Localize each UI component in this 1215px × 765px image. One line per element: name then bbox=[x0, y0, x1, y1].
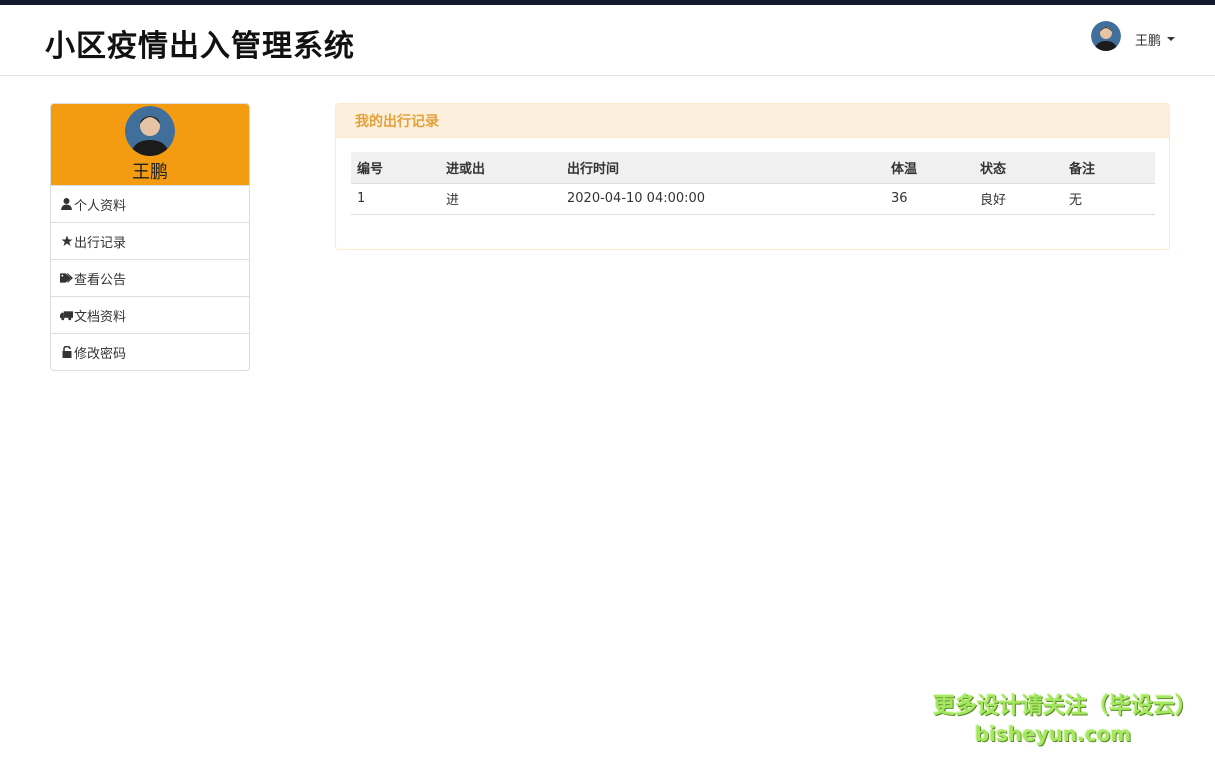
sidebar-item-label: 文档资料 bbox=[74, 309, 127, 325]
sidebar-item-label: 出行记录 bbox=[74, 235, 127, 251]
sidebar-item-profile[interactable]: 个人资料 bbox=[51, 185, 249, 222]
watermark: 更多设计请关注（毕设云） bisheyun.com bbox=[933, 688, 1198, 746]
watermark-line1: 更多设计请关注（毕设云） bbox=[933, 694, 1198, 719]
table-cell: 2020-04-10 04:00:00 bbox=[567, 191, 706, 206]
app-title: 小区疫情出入管理系统 bbox=[45, 29, 355, 64]
sidebar-item-change-password[interactable]: 修改密码 bbox=[51, 333, 249, 370]
unlock-icon bbox=[60, 346, 73, 359]
table-cell: 无 bbox=[1069, 193, 1083, 208]
column-header: 体温 bbox=[891, 161, 918, 177]
star-icon bbox=[60, 235, 73, 248]
profile-card: 王鹏 bbox=[51, 104, 249, 185]
travel-records-panel: 我的出行记录 编号 进或出 出行时间 体温 状态 备注 1 进 2020-04-… bbox=[335, 103, 1170, 250]
user-avatar-icon bbox=[1090, 21, 1121, 51]
panel-title: 我的出行记录 bbox=[336, 104, 1169, 138]
user-icon bbox=[60, 198, 73, 211]
sidebar: 王鹏 个人资料 出行记录 查看公告 文档资料 修改密码 bbox=[50, 103, 250, 371]
records-table-wrap: 编号 进或出 出行时间 体温 状态 备注 1 进 2020-04-10 04:0… bbox=[351, 152, 1155, 215]
table-header-row: 编号 进或出 出行时间 体温 状态 备注 bbox=[351, 152, 1155, 183]
column-header: 编号 bbox=[357, 161, 384, 177]
table-cell: 进 bbox=[446, 193, 460, 208]
table-cell: 36 bbox=[891, 191, 908, 206]
header: 小区疫情出入管理系统 王鹏 bbox=[0, 5, 1215, 76]
sidebar-item-label: 个人资料 bbox=[74, 198, 127, 214]
column-header: 备注 bbox=[1069, 161, 1096, 177]
profile-name: 王鹏 bbox=[132, 162, 168, 183]
sidebar-item-label: 修改密码 bbox=[74, 346, 127, 362]
truck-icon bbox=[60, 309, 73, 322]
sidebar-item-travel-records[interactable]: 出行记录 bbox=[51, 222, 249, 259]
table-cell: 1 bbox=[357, 191, 366, 206]
records-table: 编号 进或出 出行时间 体温 状态 备注 1 进 2020-04-10 04:0… bbox=[351, 152, 1155, 215]
watermark-line2: bisheyun.com bbox=[974, 722, 1132, 746]
tags-icon bbox=[60, 272, 73, 285]
user-menu-dropdown[interactable]: 王鹏 bbox=[1090, 20, 1175, 52]
column-header: 出行时间 bbox=[567, 161, 620, 177]
table-cell: 良好 bbox=[980, 193, 1007, 208]
user-menu-name: 王鹏 bbox=[1134, 33, 1161, 49]
column-header: 状态 bbox=[980, 161, 1007, 177]
sidebar-item-announcements[interactable]: 查看公告 bbox=[51, 259, 249, 296]
profile-avatar bbox=[125, 106, 175, 156]
caret-down-icon bbox=[1167, 37, 1175, 41]
column-header: 进或出 bbox=[446, 161, 486, 177]
sidebar-item-label: 查看公告 bbox=[74, 272, 127, 288]
sidebar-item-documents[interactable]: 文档资料 bbox=[51, 296, 249, 333]
table-row: 1 进 2020-04-10 04:00:00 36 良好 无 bbox=[351, 183, 1155, 214]
